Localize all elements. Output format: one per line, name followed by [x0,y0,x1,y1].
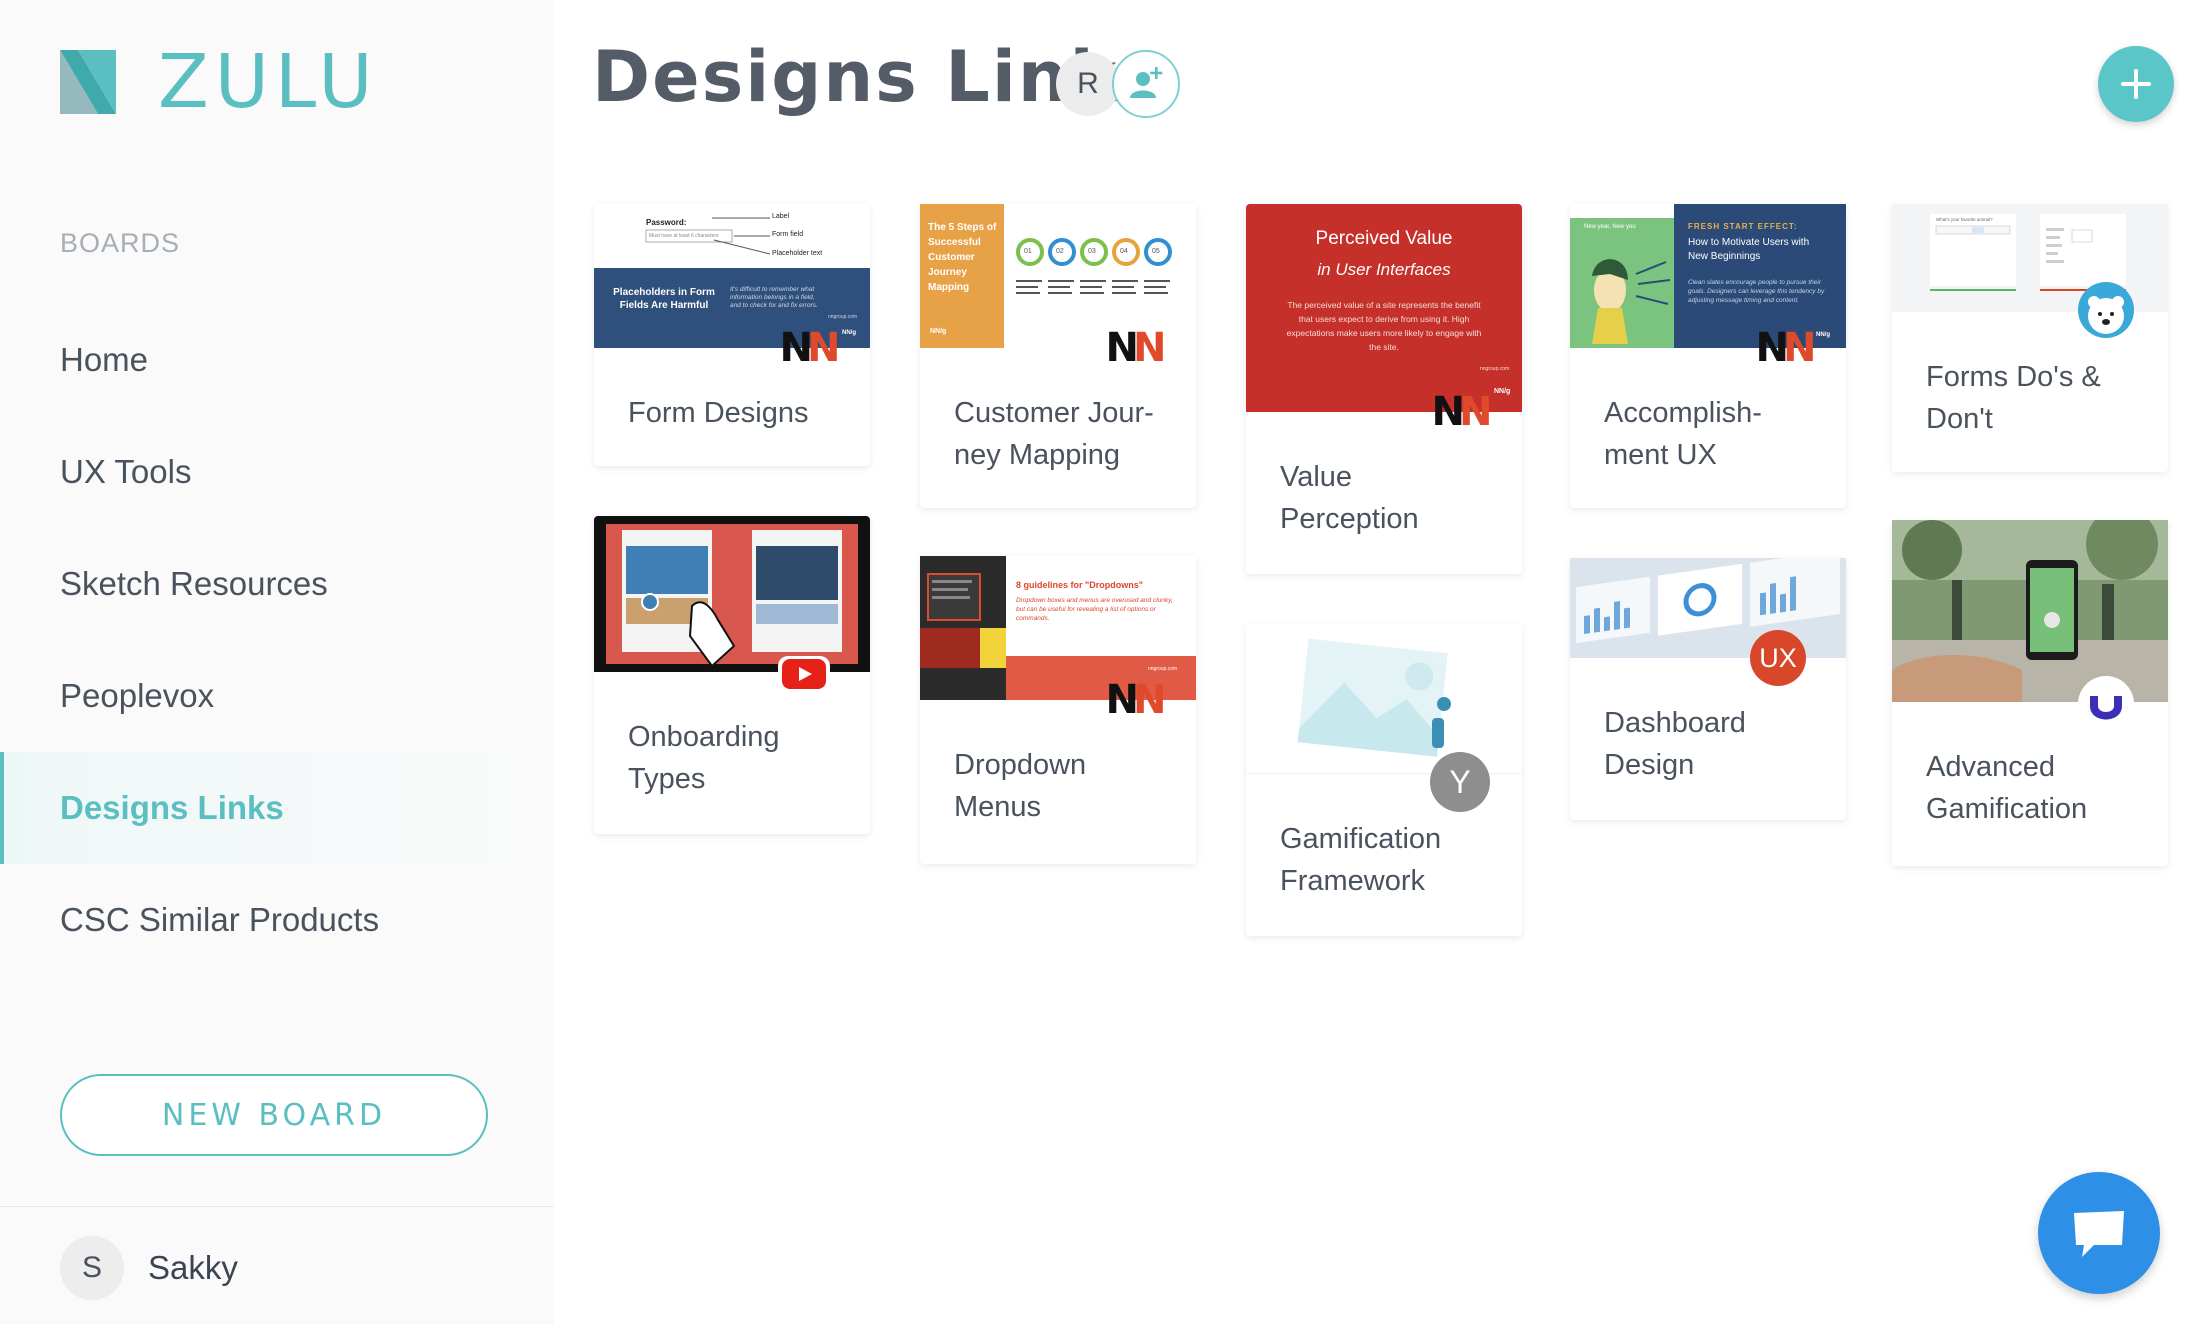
card-thumbnail: The 5 Steps of Successful Customer Journ… [920,204,1196,368]
thumb-subheading: How to Motivate Users with New Beginning… [1688,237,1810,262]
source-url: nngroup.com [1148,666,1178,672]
banner-title: Placeholders in Form Fields Are Harmful [613,287,715,311]
annotation-placeholder: Placeholder text [772,250,823,257]
app-logo[interactable]: ZULU [60,45,379,119]
avatar: S [60,1236,124,1300]
link-card-value-perception[interactable]: Perceived Value in User Interfaces The p… [1246,204,1522,574]
brand-label: NN/g [1494,388,1511,395]
link-card-gamification-framework[interactable]: Y Gamification Framework [1246,624,1522,936]
sidebar-item-label: CSC Similar Products [60,901,380,938]
card-thumbnail: Perceived Value in User Interfaces The p… [1246,204,1522,432]
brand-label: NN/g [930,328,947,335]
bear-avatar-icon [2078,282,2134,338]
nn-logo-icon: NN [1755,325,1817,371]
card-thumbnail: New year, New you FRESH START EFFECT: Ho… [1570,204,1846,368]
link-card-accomplishment-ux[interactable]: New year, New you FRESH START EFFECT: Ho… [1570,204,1846,508]
nn-logo-icon: NN [1105,677,1167,723]
add-link-button[interactable] [2098,46,2174,122]
step-number: 04 [1120,248,1128,255]
chat-bubble-icon [2074,1211,2124,1257]
field-hint: Must have at least 6 characters [649,233,719,239]
thumb-heading: Perceived Value [1315,228,1453,249]
link-card-dashboard-design[interactable]: UX Dashboard Design [1570,550,1846,820]
chat-button[interactable] [2038,1172,2160,1294]
field-label: Password: [646,218,687,227]
link-card-forms-dos-donts[interactable]: What's your favorite animal? Forms Do's … [1892,204,2168,472]
step-number: 03 [1088,248,1096,255]
divider [0,1206,554,1207]
card-thumbnail [1892,508,2168,732]
add-member-button[interactable] [1112,50,1180,118]
thumb-heading: FRESH START EFFECT: [1688,222,1798,231]
card-thumbnail: 8 guidelines for "Dropdowns" Dropdown bo… [920,556,1196,720]
user-name: Sakky [148,1249,238,1286]
sidebar-item-peoplevox[interactable]: Peoplevox [0,640,554,752]
link-card-form-designs[interactable]: Password: Must have at least 6 character… [594,204,870,466]
boards-section-label: BOARDS [60,228,181,258]
sidebar-item-label: Sketch Resources [60,565,328,602]
member-avatar[interactable]: R [1056,52,1120,116]
card-title: Dashboard Design [1604,707,1746,781]
annotation-label: Label [772,213,790,220]
nn-logo-icon: NN [779,325,841,371]
link-card-dropdown-menus[interactable]: 8 guidelines for "Dropdowns" Dropdown bo… [920,556,1196,864]
nn-logo-icon: NN [1105,325,1167,371]
new-board-button[interactable]: NEW BOARD [60,1074,488,1156]
thumb-body: Dropdown boxes and menus are overused an… [1016,597,1173,622]
card-title: Forms Do's & Don't [1926,361,2101,435]
thumb-body: Clean slates encourage people to pursue … [1688,279,1825,304]
plus-icon [2121,69,2151,99]
onboarding-screens-illustration [600,522,864,668]
sidebar: ZULU BOARDS Home UX Tools Sketch Resourc… [0,0,554,1324]
card-thumbnail: What's your favorite animal? [1892,204,2168,338]
sidebar-item-sketch-resources[interactable]: Sketch Resources [0,528,554,640]
link-card-advanced-gamification[interactable]: Advanced Gamification [1892,508,2168,866]
sidebar-item-home[interactable]: Home [0,304,554,416]
thumb-heading: 8 guidelines for "Dropdowns" [1016,580,1144,590]
banner-note: It's difficult to remember what informat… [730,286,818,309]
youtube-icon [778,656,830,692]
brand-label: NN/g [842,330,856,336]
card-thumbnail [594,516,870,692]
link-card-onboarding-types[interactable]: Onboarding Types [594,516,870,834]
thumb-side-label: New year, New you [1584,224,1636,230]
step-number: 01 [1024,248,1032,255]
step-number: 02 [1056,248,1064,255]
thumb-heading: The 5 Steps of Successful Customer Journ… [928,222,997,293]
thumb-body: The perceived value of a site represents… [1286,300,1482,352]
step-number: 05 [1152,248,1160,255]
card-title: Onboarding Types [628,721,780,795]
card-thumbnail: Password: Must have at least 6 character… [594,204,870,368]
nn-logo-icon: NN [1431,389,1493,435]
sidebar-item-designs-links[interactable]: Designs Links [0,752,554,864]
sidebar-item-label: Designs Links [60,789,284,826]
sidebar-item-label: UX Tools [60,453,192,490]
brand-label: NN/g [1816,332,1830,338]
link-card-customer-journey[interactable]: The 5 Steps of Successful Customer Journ… [920,204,1196,508]
sidebar-item-label: Home [60,341,149,378]
source-url: nngroup.com [828,314,858,320]
u-logo-icon [2078,676,2134,732]
card-thumbnail: UX [1570,550,1846,686]
zulu-logo-icon [60,50,116,114]
sidebar-item-label: Peoplevox [60,677,215,714]
dashboard-mockups-illustration [1570,550,1846,658]
app-name: ZULU [158,39,379,125]
source-url: nngroup.com [1480,366,1510,372]
annotation-field: Form field [772,231,804,238]
sidebar-item-ux-tools[interactable]: UX Tools [0,416,554,528]
user-profile[interactable]: S Sakky [60,1236,238,1300]
image-placeholder-illustration [1297,638,1451,757]
ux-badge: UX [1750,630,1806,686]
boards-nav: Home UX Tools Sketch Resources Peoplevox… [0,304,554,976]
avatar-y-badge: Y [1430,752,1490,812]
add-user-icon [1130,67,1163,98]
thumb-question: What's your favorite animal? [1936,217,1993,222]
card-thumbnail: Y [1246,624,1522,812]
pokemon-go-photo [1892,508,2168,702]
sidebar-item-csc-similar-products[interactable]: CSC Similar Products [0,864,554,976]
thumb-subheading: in User Interfaces [1317,260,1451,279]
